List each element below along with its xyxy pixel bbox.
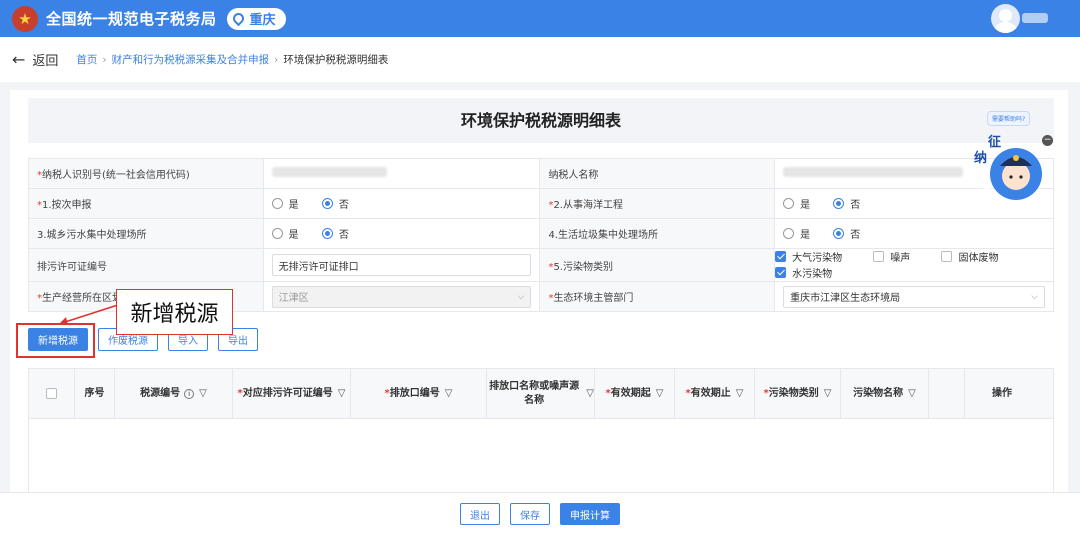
garbage-label: 4.生活垃圾集中处理场所 [539,218,776,249]
taxpayer-name-label: 纳税人名称 [539,158,776,189]
filter-icon[interactable]: ▽ [338,387,346,401]
garbage-yes-radio[interactable]: 是 [783,226,810,241]
permit-input[interactable]: 无排污许可证排口 [271,254,532,276]
breadcrumb: 首页 › 财产和行为税税源采集及合并申报 › 环境保护税税源明细表 [76,52,388,67]
mascot-char: 动 [978,185,991,200]
mascot-close-icon[interactable]: − [1042,135,1053,146]
garbage-radio-group: 是 否 [774,218,1054,249]
by-times-yes-radio[interactable]: 是 [271,196,299,211]
info-icon[interactable]: i [184,388,195,399]
location-pin-icon [230,10,246,27]
authority-label: *生态环境主管部门 [539,281,776,312]
noise-checkbox[interactable]: 噪声 [873,249,910,264]
garbage-no-radio[interactable]: 否 [833,226,860,241]
filter-icon[interactable]: ▽ [586,387,594,401]
by-times-label: *1.按次申报 [28,188,264,219]
back-button[interactable]: ← 返回 [12,50,58,69]
back-label: 返回 [32,54,59,69]
user-name-blurred[interactable] [1022,13,1048,23]
col-valid-to[interactable]: * 有效期止 ▽ [675,369,755,418]
by-times-no-radio[interactable]: 否 [321,196,349,211]
solid-waste-checkbox[interactable]: 固体废物 [941,249,998,264]
col-pollutant-name[interactable]: 污染物名称 ▽ [841,369,929,418]
marine-label: *2.从事海洋工程 [539,188,776,219]
source-table: 序号 税源编号 i ▽ *对应排污许可证编号 ▽ * 排放口编号 ▽ 排放口名称或噪声源名… [28,368,1054,508]
top-bar: ★ 全国统一规范电子税务局 重庆 [0,0,1080,37]
select-all-checkbox[interactable] [46,388,57,399]
taxpayer-id-label: *纳税人识别号(统一社会信用代码) [28,158,264,189]
arrow-left-icon: ← [12,50,26,69]
marine-yes-radio[interactable]: 是 [783,196,810,211]
col-index: 序号 [75,369,115,418]
save-button[interactable]: 保存 [510,503,550,525]
breadcrumb-separator: › [274,53,279,66]
col-valid-from[interactable]: * 有效期起 ▽ [595,369,675,418]
authority-select[interactable]: 重庆市江津区生态环境局 ⌵ [783,285,1045,308]
breadcrumb-bar: ← 返回 首页 › 财产和行为税税源采集及合并申报 › 环境保护税税源明细表 [0,37,1080,82]
region-cell: 江津区 ⌵ [262,281,541,312]
breadcrumb-home[interactable]: 首页 [76,52,97,67]
col-outlet-name[interactable]: 排放口名称或噪声源名称 ▽ [487,369,595,418]
avatar[interactable] [991,4,1020,33]
region-select[interactable]: 江津区 ⌵ [271,285,532,308]
exit-button[interactable]: 退出 [460,503,500,525]
pollutant-type-group: 大气污染物 噪声 固体废物 水污染物 [774,248,1054,282]
filter-icon[interactable]: ▽ [445,387,453,401]
sewage-label: 3.城乡污水集中处理场所 [28,218,264,249]
filter-icon[interactable]: ▽ [656,387,664,401]
annotation-callout: 新增税源 [116,289,233,335]
select-all-cell [29,369,75,418]
sewage-radio-group: 是 否 [262,218,541,249]
page-title: 环境保护税税源明细表 [28,98,1054,143]
declare-calc-button[interactable]: 申报计算 [560,503,620,525]
mascot-char: 征 [988,134,1001,150]
taxpayer-id-value [262,158,541,189]
filter-icon[interactable]: ▽ [736,387,744,401]
chevron-down-icon: ⌵ [517,291,525,302]
pollutant-type-label: *5.污染物类别 [539,248,776,282]
sewage-no-radio[interactable]: 否 [321,226,349,241]
permit-cell: 无排污许可证排口 [262,248,541,282]
sewage-yes-radio[interactable]: 是 [271,226,299,241]
authority-cell: 重庆市江津区生态环境局 ⌵ [774,281,1054,312]
filter-icon[interactable]: ▽ [199,387,207,401]
col-outlet-no[interactable]: * 排放口编号 ▽ [351,369,487,418]
site-title: 全国统一规范电子税务局 [46,10,217,28]
chevron-down-icon: ⌵ [1031,291,1038,302]
col-pollutant-type[interactable]: * 污染物类别 ▽ [755,369,841,418]
col-permit-no[interactable]: *对应排污许可证编号 ▽ [233,369,351,418]
breadcrumb-parent[interactable]: 财产和行为税税源采集及合并申报 [112,52,270,67]
by-times-radio-group: 是 否 [262,188,541,219]
air-pollutant-checkbox[interactable]: 大气污染物 [775,249,842,264]
col-source-no[interactable]: 税源编号 i ▽ [115,369,233,418]
marine-no-radio[interactable]: 否 [833,196,860,211]
mascot-char: 互 [968,167,981,182]
col-actions: 操作 [992,387,1012,399]
water-pollutant-checkbox[interactable]: 水污染物 [775,265,832,280]
region-label: 重庆 [249,13,276,28]
footer-bar: 退出 保存 申报计算 [0,492,1080,535]
interaction-mascot[interactable]: 征 纳 互 动 [966,130,1046,210]
main-card: 环境保护税税源明细表 需要帮助吗? *纳税人识别号(统一社会信用代码) 纳税人名… [10,90,1068,510]
table-header: 序号 税源编号 i ▽ *对应排污许可证编号 ▽ * 排放口编号 ▽ 排放口名称或噪声源名… [29,369,1053,419]
mascot-char: 纳 [974,150,987,166]
col-truncated [929,369,965,418]
permit-label: 排污许可证编号 [28,248,264,282]
region-selector[interactable]: 重庆 [226,7,286,30]
tax-emblem-icon: ★ [12,5,38,32]
breadcrumb-separator: › [102,53,107,66]
filter-icon[interactable]: ▽ [908,387,916,401]
filter-icon[interactable]: ▽ [824,387,832,401]
help-bubble[interactable]: 需要帮助吗? [987,111,1031,126]
breadcrumb-current: 环境保护税税源明细表 [283,54,389,66]
